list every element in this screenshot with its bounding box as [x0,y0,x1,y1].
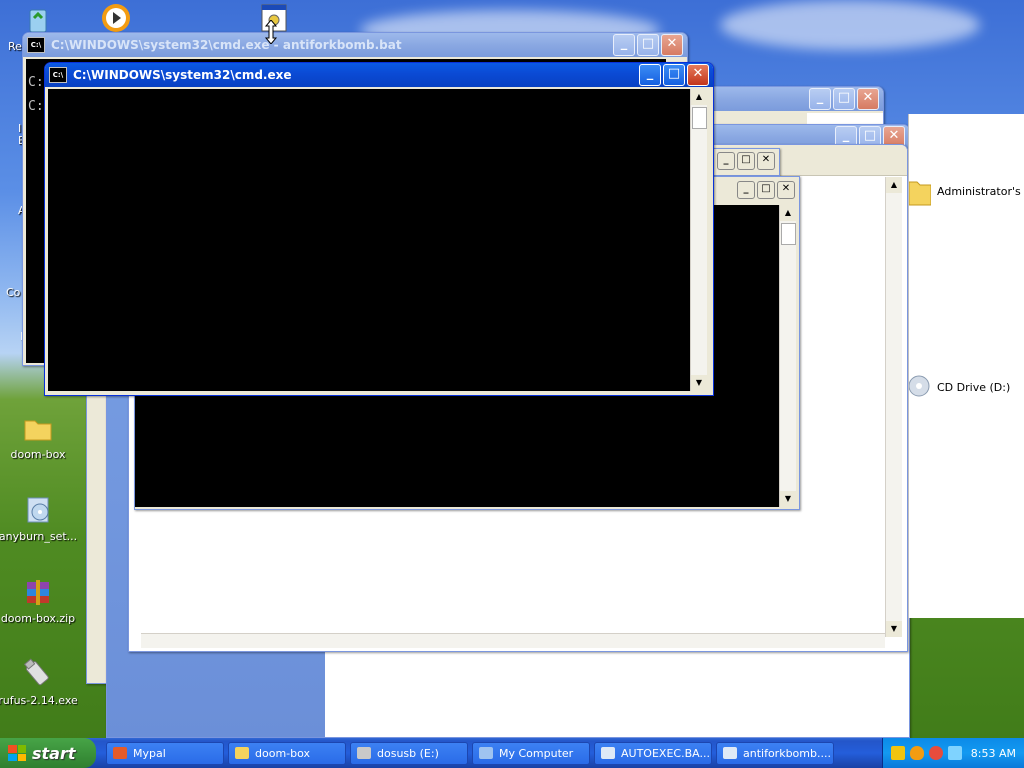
cmd-icon: C:\ [49,67,67,83]
maximize-button[interactable]: □ [737,152,755,170]
shield-icon[interactable] [910,746,924,760]
horizontal-scrollbar[interactable] [141,633,885,648]
start-button[interactable]: start [0,738,96,768]
desktop-icon-doom-box-zip[interactable]: doom-box.zip [0,576,78,625]
scroll-up-icon[interactable]: ▲ [780,205,796,221]
mypal-icon [113,747,127,759]
taskbar-button-doom-box[interactable]: doom-box [228,741,346,765]
scrollbar[interactable]: ▲ ▼ [885,177,902,637]
close-button[interactable]: ✕ [687,64,709,86]
system-tray: 8:53 AM [882,738,1024,768]
minimize-button[interactable]: _ [737,181,755,199]
notepad-window[interactable]: _ □ ✕ [708,148,780,176]
item-label: Administrator's Do [937,184,1024,198]
start-label: start [32,743,76,763]
notepad-icon [723,747,737,759]
scrollbar[interactable]: ▲ ▼ [690,89,707,391]
winrar-archive-icon [22,576,54,608]
desktop-icon-rufus[interactable]: rufus-2.14.exe [0,658,78,707]
maximize-button[interactable]: □ [663,64,685,86]
title-bar[interactable]: C:\ C:\WINDOWS\system32\cmd.exe _ □ ✕ [45,63,713,87]
minimize-button[interactable]: _ [613,34,635,56]
scroll-thumb[interactable] [781,223,796,245]
partial-desktop-label: Co [6,286,21,299]
desktop-icon-anyburn[interactable]: anyburn_set... [0,494,78,543]
window-title: C:\WINDOWS\system32\cmd.exe - antiforkbo… [51,38,402,52]
minimize-button[interactable]: _ [809,88,831,110]
windows-logo-icon [8,745,26,761]
notepad-icon [601,747,615,759]
explorer-right-pane: Administrator's Do CD Drive (D:) [908,114,1024,618]
folder-icon [909,181,931,206]
usb-drive-icon [22,658,54,690]
desktop-icon-doom-box[interactable]: doom-box [0,412,78,461]
volume-icon[interactable] [948,746,962,760]
desktop: Re MyP doom-box anyburn_set... doom-box.… [0,0,1024,738]
network-icon[interactable] [891,746,905,760]
title-bar[interactable]: C:\ C:\WINDOWS\system32\cmd.exe - antifo… [23,33,687,57]
cmd-window-active[interactable]: C:\ C:\WINDOWS\system32\cmd.exe _ □ ✕ ▲ ▼ [44,62,714,396]
security-alert-icon[interactable] [929,746,943,760]
item-label: CD Drive (D:) [937,380,1011,394]
scroll-down-icon[interactable]: ▼ [691,375,707,391]
clock[interactable]: 8:53 AM [971,747,1016,760]
cmd-icon: C:\ [27,37,45,53]
maximize-button[interactable]: □ [637,34,659,56]
cd-drive-icon [909,375,930,397]
taskbar-button-antiforkbomb[interactable]: antiforkbomb.... [716,741,834,765]
scroll-thumb[interactable] [692,107,707,129]
minimize-button[interactable]: _ [717,152,735,170]
taskbar-button-my-computer[interactable]: My Computer [472,741,590,765]
task-list: Mypal doom-box dosusb (E:) My Computer A… [106,741,882,765]
resize-cursor-icon [264,20,278,44]
drive-icon [357,747,371,759]
taskbar-button-mypal[interactable]: Mypal [106,741,224,765]
minimize-button[interactable]: _ [639,64,661,86]
close-button[interactable]: ✕ [757,152,775,170]
console-area[interactable] [48,89,690,391]
media-player-icon [100,2,132,34]
close-button[interactable]: ✕ [857,88,879,110]
anyburn-installer-icon [22,494,54,526]
maximize-button[interactable]: □ [757,181,775,199]
scroll-up-icon[interactable]: ▲ [886,177,902,193]
computer-icon [479,747,493,759]
taskbar-button-autoexec[interactable]: AUTOEXEC.BA... [594,741,712,765]
folder-icon [235,747,249,759]
list-item[interactable]: Administrator's Do [909,176,1024,206]
taskbar: start Mypal doom-box dosusb (E:) My Comp… [0,738,1024,768]
list-item[interactable]: CD Drive (D:) [909,372,1010,402]
close-button[interactable]: ✕ [777,181,795,199]
window-title: C:\WINDOWS\system32\cmd.exe [73,68,292,82]
scroll-down-icon[interactable]: ▼ [886,621,902,637]
scroll-down-icon[interactable]: ▼ [780,491,796,507]
folder-icon [22,412,54,444]
scrollbar[interactable]: ▲ ▼ [779,205,796,507]
scroll-up-icon[interactable]: ▲ [691,89,707,105]
maximize-button[interactable]: □ [833,88,855,110]
close-button[interactable]: ✕ [661,34,683,56]
taskbar-button-dosusb[interactable]: dosusb (E:) [350,741,468,765]
